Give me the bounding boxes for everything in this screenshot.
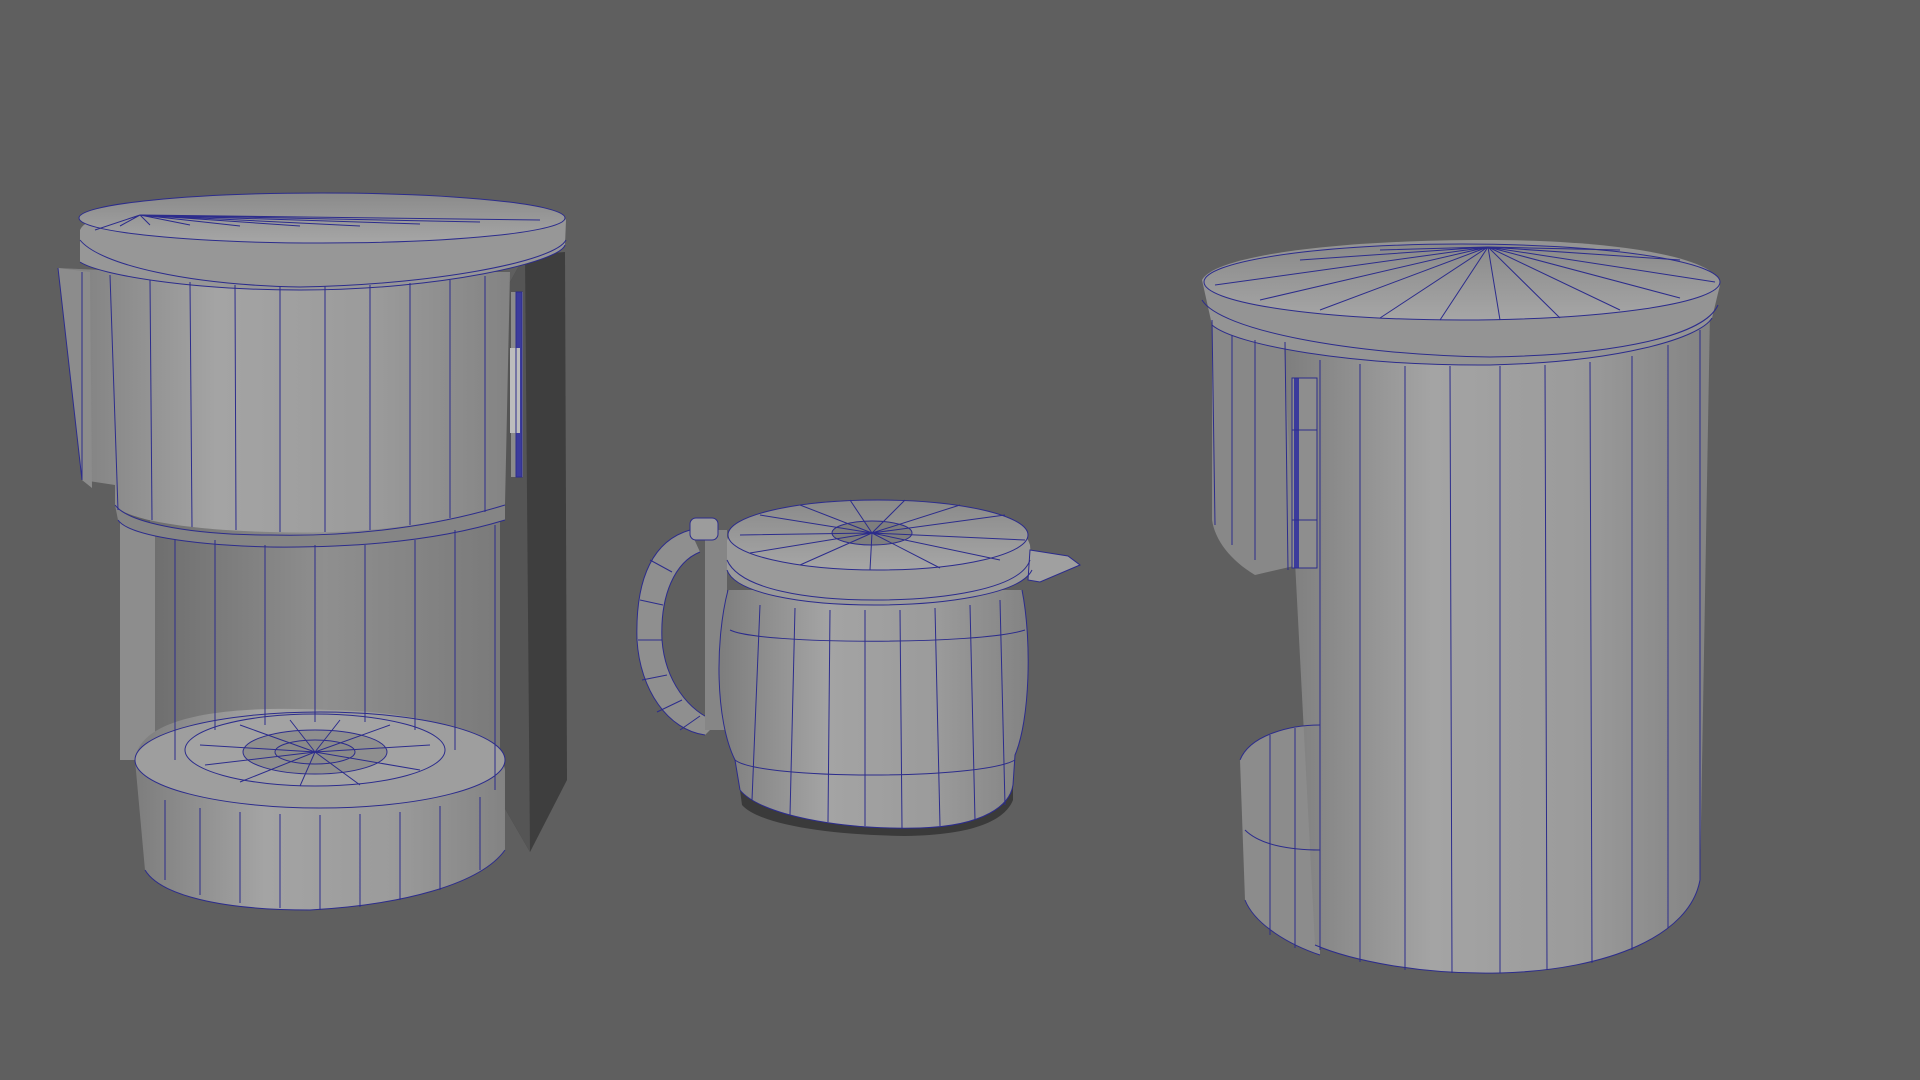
coffee-maker-canister[interactable] bbox=[1201, 240, 1721, 974]
lid-knob[interactable] bbox=[690, 518, 718, 540]
canister-body bbox=[1282, 312, 1710, 974]
carafe-body bbox=[718, 590, 1029, 829]
coffee-maker-base[interactable] bbox=[57, 192, 567, 911]
coffee-carafe[interactable] bbox=[636, 499, 1081, 836]
carafe-spout bbox=[1028, 550, 1080, 582]
filter-housing bbox=[58, 268, 510, 533]
canister-lid-face bbox=[1204, 244, 1720, 320]
3d-viewport[interactable] bbox=[0, 0, 1920, 1080]
viewport-canvas[interactable] bbox=[0, 0, 1920, 1080]
